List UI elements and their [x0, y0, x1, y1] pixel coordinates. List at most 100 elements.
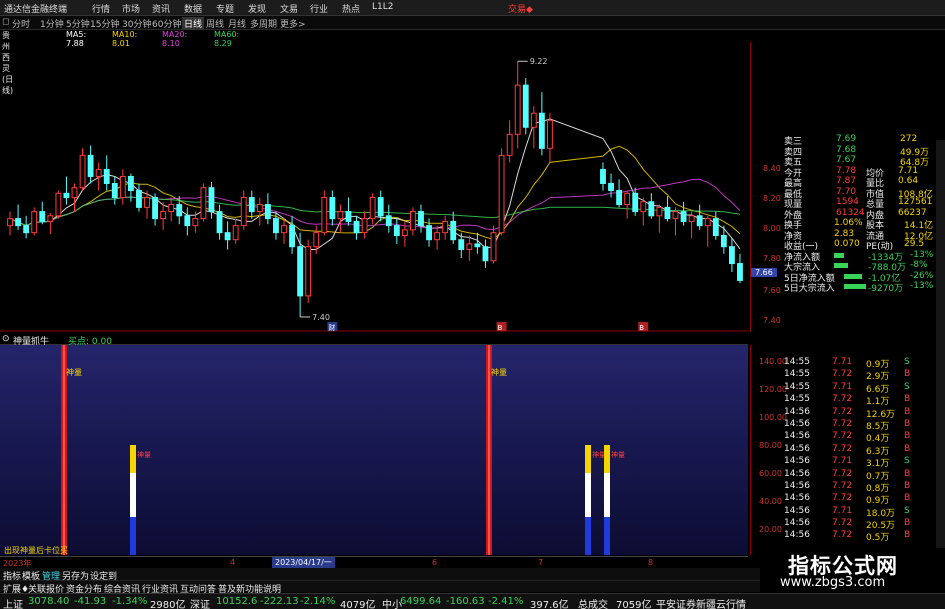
stat-value: 2.83 — [834, 228, 855, 239]
period-tab[interactable]: 更多> — [280, 17, 306, 30]
period-tab[interactable]: 15分钟 — [90, 17, 119, 30]
menu-item[interactable]: 数据 — [184, 2, 202, 15]
tick-side: B — [904, 418, 911, 429]
tick-volume: 0.4万 — [866, 434, 890, 445]
tick-row[interactable]: 14:56 7.71 3.1万 S — [784, 456, 936, 469]
tick-time: 14:55 — [784, 357, 810, 367]
candle-body — [345, 211, 352, 222]
trade-button[interactable]: 交易◆ — [508, 2, 533, 15]
candle-body — [321, 197, 328, 234]
tick-time: 14:56 — [784, 418, 810, 429]
index-change: -222.13 — [260, 596, 299, 607]
candle-body — [160, 211, 167, 220]
stat-value: 1.06% — [834, 218, 863, 228]
period-tab[interactable]: 30分钟 — [122, 17, 151, 30]
index-name[interactable]: 上证 — [3, 596, 23, 609]
tick-row[interactable]: 14:56 7.72 0.7万 B — [784, 468, 936, 482]
tick-volume: 0.9万 — [866, 360, 890, 370]
period-tab[interactable]: 60分钟 — [152, 17, 181, 30]
right-toolbar[interactable] — [936, 140, 945, 590]
tick-row[interactable]: 14:55 7.71 6.6万 S — [784, 382, 936, 395]
candle-body — [538, 112, 545, 149]
indicator-header: ⊙ 神量抓牛 买点: 0.00 — [0, 333, 748, 347]
tick-row[interactable]: 14:55 7.72 1.1万 B — [784, 394, 936, 407]
flow-row: 大宗流入 -788.0万 -8% — [784, 260, 936, 273]
flow-percent: -8% — [910, 260, 928, 270]
period-tab-active[interactable]: 日线 — [182, 17, 205, 30]
tick-side: B — [904, 493, 911, 504]
tick-price: 7.72 — [832, 468, 853, 479]
menu-item[interactable]: 发现 — [248, 2, 266, 15]
price-tick: 7.80 — [763, 254, 781, 263]
tick-price: 7.72 — [832, 394, 853, 405]
period-tab[interactable]: 5分钟 — [66, 17, 90, 30]
candle-body — [31, 211, 38, 234]
indicator-chart[interactable]: 神量 神量神量 神量 神量出现神量后卡位买 — [0, 345, 748, 555]
tick-row[interactable]: 14:55 7.72 2.9万 B — [784, 369, 936, 382]
menu-item[interactable]: 市场 — [122, 2, 140, 15]
candle-body — [737, 263, 743, 281]
period-tab[interactable]: 月线 — [228, 17, 246, 30]
period-tab[interactable]: 多周期 — [250, 17, 277, 30]
ask-price: 7.67 — [836, 155, 857, 165]
candle-body — [401, 229, 408, 236]
menu-item[interactable]: 行情 — [92, 2, 110, 15]
tick-row[interactable]: 14:56 7.72 0.5万 B — [784, 530, 936, 543]
stat-value: 61324 — [836, 207, 865, 218]
candle-body — [466, 243, 473, 251]
tick-row[interactable]: 14:56 7.72 0.4万 B — [784, 431, 936, 445]
signal-column-1-core — [63, 345, 65, 555]
tick-row[interactable]: 14:56 7.72 20.5万 B — [784, 518, 936, 531]
tick-row[interactable]: 14:56 7.72 0.8万 B — [784, 481, 936, 494]
price-tick: 8.20 — [763, 194, 781, 203]
period-tab[interactable]: 1分钟 — [40, 17, 64, 30]
ind-tick: 40.00 — [759, 497, 782, 506]
candle-body — [224, 232, 231, 241]
candle-body — [369, 197, 376, 220]
tick-time: 14:55 — [784, 394, 810, 405]
stat-value: 66237 — [898, 207, 927, 218]
flow-bar — [834, 252, 844, 258]
tick-row[interactable]: 14:56 7.71 18.0万 S — [784, 505, 936, 519]
quote-row: 卖五 7.67 64.8万 — [784, 155, 936, 168]
candle-body — [256, 204, 263, 213]
menu-item[interactable]: 行业 — [310, 2, 328, 15]
index-price: 6499.64 — [400, 596, 442, 607]
tick-price: 7.71 — [832, 505, 853, 516]
total-turnover-label: 总成交 — [578, 600, 608, 609]
indicator-menu-icon[interactable]: ⊙ — [2, 334, 10, 344]
tick-row[interactable]: 14:56 7.72 6.3万 B — [784, 443, 936, 457]
indicator-axis: 140.00 120.00 100.00 80.00 60.00 40.00 2… — [750, 345, 787, 555]
candle-body — [361, 218, 368, 234]
candlestick-chart[interactable]: 9.22 7.40财 B B — [0, 42, 748, 332]
period-tab[interactable]: 分时 — [12, 17, 30, 30]
menu-item[interactable]: 文易 — [280, 2, 298, 15]
candle-body — [168, 204, 175, 213]
menu-item[interactable]: L1L2 — [372, 2, 393, 12]
candle-body — [664, 206, 671, 220]
period-bar: ◻ 分时 1分钟 5分钟 15分钟 30分钟 60分钟 日线 周线 月线 多周期… — [0, 16, 945, 30]
tick-price: 7.72 — [832, 431, 853, 442]
index-name[interactable]: 深证 — [190, 596, 210, 609]
period-tab[interactable]: 周线 — [206, 17, 224, 30]
menu-item[interactable]: 专题 — [216, 2, 234, 15]
quote-row: 最低 7.70 市值 108.8亿 — [784, 187, 936, 200]
toggle-icon[interactable]: ◻ — [2, 17, 9, 27]
tick-row[interactable]: 14:56 7.72 0.9万 B — [784, 493, 936, 506]
tick-price: 7.72 — [832, 406, 853, 417]
ind-tick: 100.00 — [759, 413, 787, 422]
tick-list[interactable]: 14:55 7.71 0.9万 S 14:55 7.72 2.9万 B 14:55 7.71 6.6… — [784, 357, 936, 543]
flow-bar — [844, 273, 862, 279]
index-name[interactable]: 中小 — [382, 596, 402, 609]
tick-row[interactable]: 14:55 7.71 0.9万 S — [784, 357, 936, 370]
tick-row[interactable]: 14:56 7.72 12.6万 B — [784, 406, 936, 420]
tick-row[interactable]: 14:56 7.72 8.5万 B — [784, 418, 936, 432]
index-price: 10152.6 — [216, 596, 258, 607]
tick-side: B — [904, 443, 911, 454]
menu-item[interactable]: 热点 — [342, 2, 360, 15]
spike-1-white — [130, 473, 136, 517]
flow-bar — [844, 284, 866, 289]
candle-body — [426, 225, 432, 241]
menu-item[interactable]: 资讯 — [152, 2, 170, 15]
candle-body — [547, 119, 553, 149]
